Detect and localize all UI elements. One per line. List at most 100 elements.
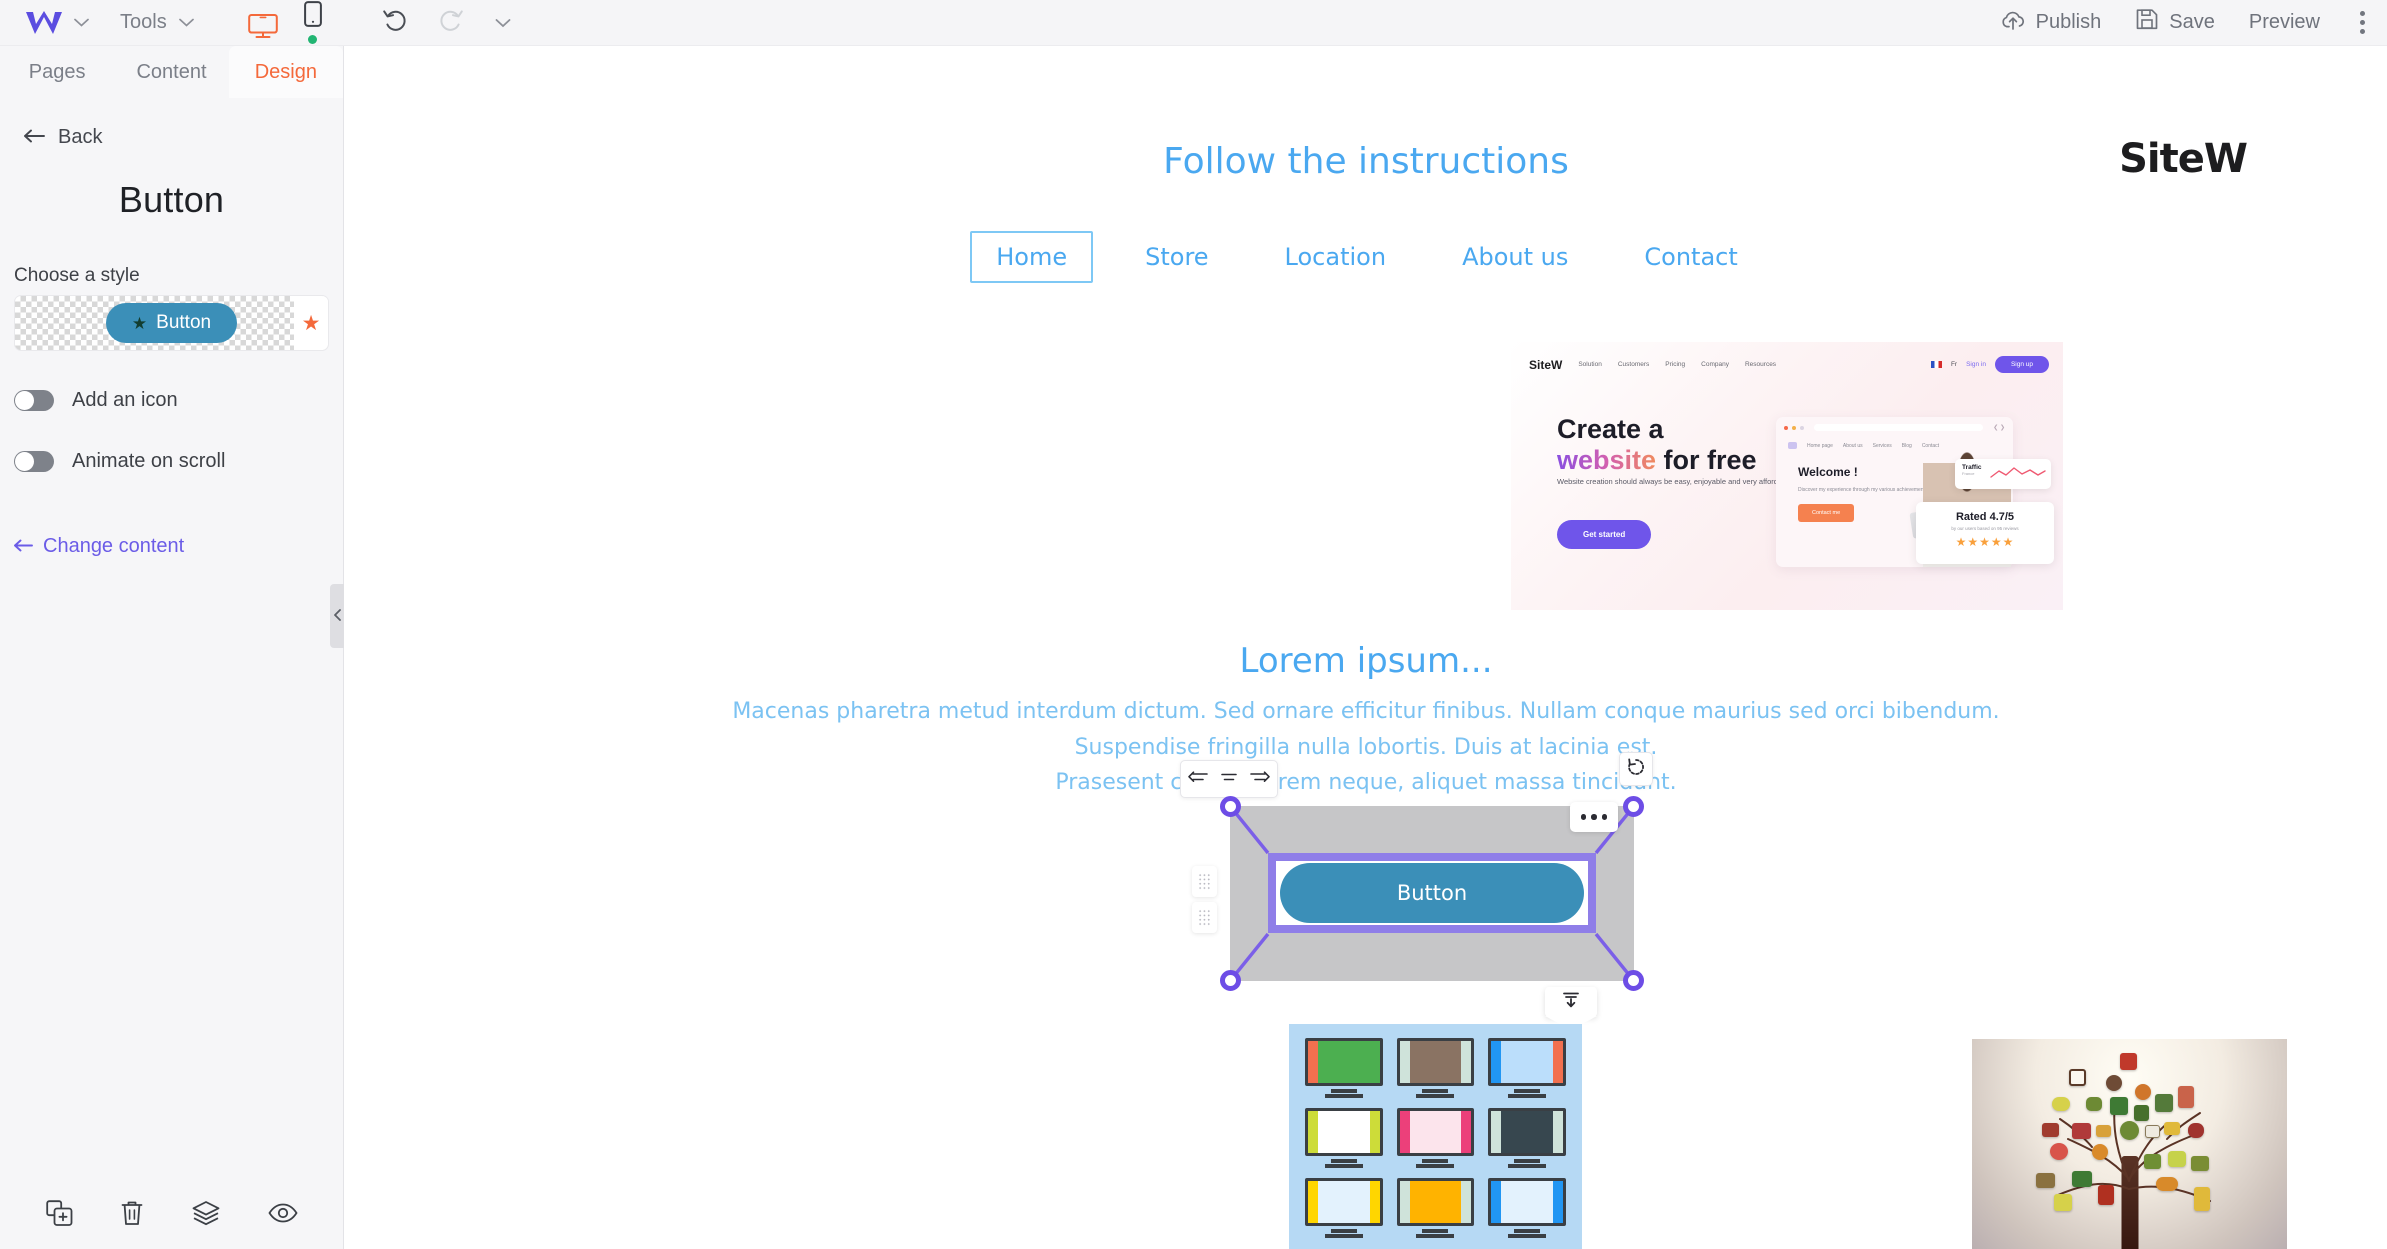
alignment-toolbar xyxy=(1180,760,1278,798)
align-right-icon[interactable] xyxy=(1249,769,1271,790)
eye-icon xyxy=(2156,1177,2178,1191)
publish-button[interactable]: Publish xyxy=(2000,9,2101,37)
align-center-icon[interactable] xyxy=(1220,769,1238,790)
resize-handle-bottom-right[interactable] xyxy=(1623,970,1644,991)
hero-nav-item: Solution xyxy=(1578,361,1602,368)
style-preview-swatch[interactable]: ★ Button ★ xyxy=(14,295,329,351)
history-caret-icon[interactable] xyxy=(492,12,514,34)
toggle-add-an-icon[interactable]: Add an icon xyxy=(14,389,343,412)
toggle-switch[interactable] xyxy=(14,451,54,472)
arrow-left-icon xyxy=(24,126,46,149)
nav-item-contact[interactable]: Contact xyxy=(1620,233,1761,281)
hero-browser-card: ❮ ❯ Home page About us Services Blog Con… xyxy=(1776,417,2054,567)
camera-icon xyxy=(2036,1173,2055,1188)
eye-icon[interactable] xyxy=(268,1202,298,1224)
lock-icon xyxy=(2134,1105,2149,1121)
tablet-icon xyxy=(2194,1187,2210,1211)
hero-card-nav-item: About us xyxy=(1842,442,1863,449)
site-navigation: Home Store Location About us Contact xyxy=(345,231,2387,283)
save-button[interactable]: Save xyxy=(2135,8,2215,37)
device-toggle-group xyxy=(247,1,322,44)
site-title[interactable]: Follow the instructions xyxy=(345,141,2387,182)
star-favorite-icon[interactable]: ★ xyxy=(294,296,328,350)
toggle-knob xyxy=(15,391,34,410)
monitor-item xyxy=(1305,1108,1383,1168)
desktop-view-button[interactable] xyxy=(247,13,278,44)
more-options-button[interactable] xyxy=(2360,11,2365,34)
layers-icon[interactable] xyxy=(192,1200,220,1226)
w-logo[interactable] xyxy=(18,10,70,36)
canvas-button[interactable]: Button xyxy=(1280,863,1584,923)
trash-icon[interactable] xyxy=(121,1200,143,1226)
site-canvas[interactable]: Follow the instructions SiteW Home Store… xyxy=(345,46,2387,1249)
resize-handle-top-left[interactable] xyxy=(1220,796,1241,817)
selected-element-container[interactable]: Button xyxy=(1180,752,1653,1017)
monitor-item xyxy=(1305,1178,1383,1238)
nav-item-store[interactable]: Store xyxy=(1121,233,1232,281)
change-content-link[interactable]: Change content xyxy=(14,535,343,558)
brand-logo[interactable]: SiteW xyxy=(2119,136,2248,182)
browser-arrows-icon: ❮ ❯ xyxy=(1993,425,2005,431)
ellipsis-dot xyxy=(1591,814,1597,820)
monitors-grid-image[interactable] xyxy=(1289,1024,1582,1249)
insert-below-button[interactable] xyxy=(1545,987,1597,1017)
align-left-icon[interactable] xyxy=(1187,769,1209,790)
lorem-line-3: Prasesent congue lorem neque, aliquet ma… xyxy=(1055,770,1677,796)
hero-image-block[interactable]: SiteW Solution Customers Pricing Company… xyxy=(1511,342,2063,610)
save-label: Save xyxy=(2169,11,2215,33)
tab-content[interactable]: Content xyxy=(114,46,228,98)
mobile-view-button[interactable] xyxy=(303,1,322,44)
sidebar-tabs: Pages Content Design xyxy=(0,46,343,98)
tab-design[interactable]: Design xyxy=(228,46,343,98)
ellipsis-dot xyxy=(1601,814,1608,820)
social-icon-tree-image[interactable] xyxy=(1972,1039,2287,1249)
toggle-animate-on-scroll[interactable]: Animate on scroll xyxy=(14,450,343,473)
camera-video-icon xyxy=(2144,1154,2161,1169)
undo-icon[interactable] xyxy=(382,8,409,37)
lorem-heading[interactable]: Lorem ipsum... xyxy=(345,641,2387,681)
nav-item-location[interactable]: Location xyxy=(1261,233,1411,281)
tab-pages[interactable]: Pages xyxy=(0,46,114,98)
kebab-dot xyxy=(2360,20,2365,25)
desktop-icon xyxy=(247,13,278,44)
thumbs-up-icon xyxy=(2042,1123,2059,1137)
drag-grip-handle[interactable] xyxy=(1192,866,1217,897)
hero-card-nav-item: Services xyxy=(1872,442,1892,449)
change-content-label: Change content xyxy=(43,535,185,557)
hero-headline-line1: Create a xyxy=(1557,414,1664,444)
hero-headline-gradient: website xyxy=(1557,445,1657,476)
browser-dot-gray xyxy=(1800,425,1804,430)
mouse-icon xyxy=(2188,1123,2204,1138)
lorem-paragraph[interactable]: Macenas pharetra metud interdum dictum. … xyxy=(345,694,2387,801)
preview-button[interactable]: Preview xyxy=(2249,11,2320,34)
duplicate-icon[interactable] xyxy=(46,1200,73,1226)
drag-grip-icon xyxy=(1198,873,1211,890)
style-preview-button-label: Button xyxy=(156,312,212,333)
element-more-button[interactable] xyxy=(1570,802,1618,832)
hero-headline: Create a website for free xyxy=(1557,414,1757,477)
browser-dot-red xyxy=(1784,425,1788,430)
back-button[interactable]: Back xyxy=(24,126,343,149)
lorem-line-2: Suspendise fringilla nulla lobortis. Dui… xyxy=(1074,734,1658,760)
insert-below-icon xyxy=(1561,990,1581,1015)
nav-item-about-us[interactable]: About us xyxy=(1438,233,1592,281)
hero-browser-bar: ❮ ❯ xyxy=(1776,417,2013,438)
tools-menu[interactable]: Tools xyxy=(120,11,198,34)
arrow-left-icon xyxy=(14,535,34,558)
resize-handle-top-right[interactable] xyxy=(1623,796,1644,817)
page-title: Button xyxy=(118,179,225,220)
monitor-grid xyxy=(1305,1038,1566,1238)
monitor-item xyxy=(1396,1038,1475,1098)
rotate-reset-button[interactable] xyxy=(1619,752,1653,786)
nav-item-home[interactable]: Home xyxy=(970,231,1094,283)
logo-caret-icon[interactable] xyxy=(70,12,92,34)
resize-handle-bottom-left[interactable] xyxy=(1220,970,1241,991)
hero-card-nav-item: Blog xyxy=(1901,442,1912,449)
drag-grip-handle[interactable] xyxy=(1192,902,1217,933)
search-icon xyxy=(2145,1125,2160,1138)
monitor-item xyxy=(1396,1108,1475,1168)
toggle-animate-on-scroll-label: Animate on scroll xyxy=(72,450,226,472)
sidebar-collapse-button[interactable] xyxy=(330,584,344,648)
kebab-dot xyxy=(2360,29,2365,34)
toggle-switch[interactable] xyxy=(14,390,54,411)
